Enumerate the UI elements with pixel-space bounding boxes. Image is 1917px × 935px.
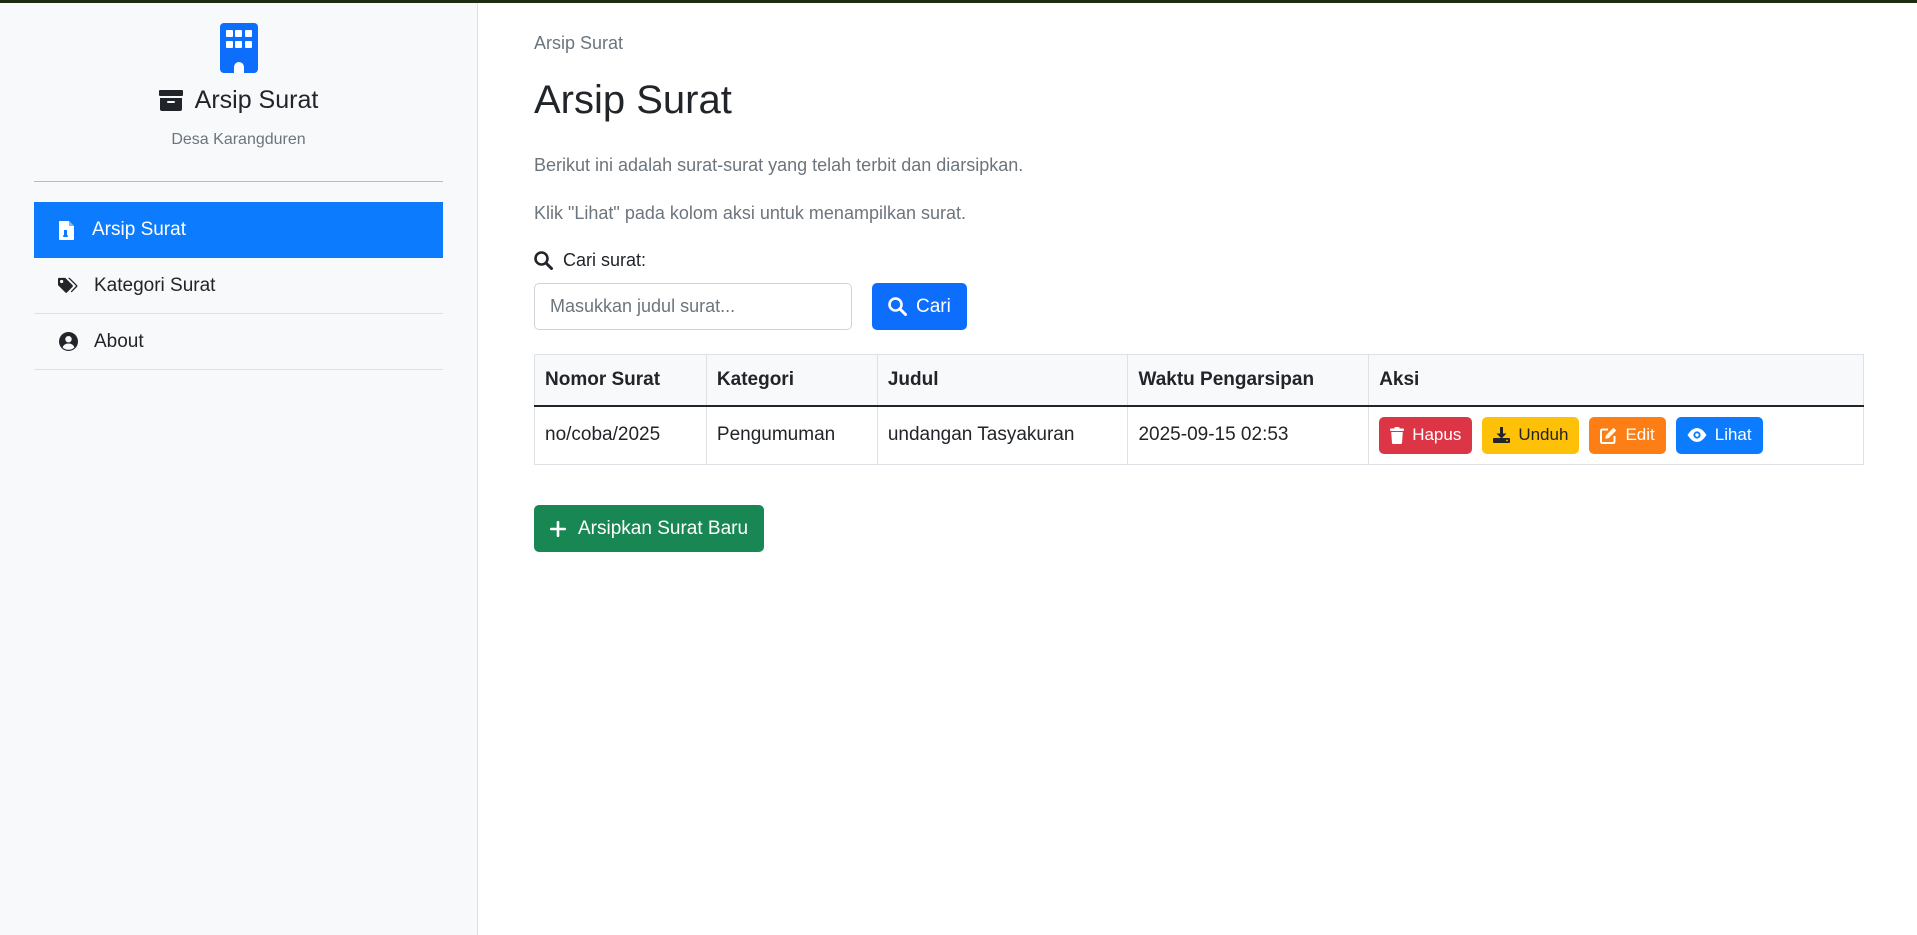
cell-judul: undangan Tasyakuran — [876, 405, 1129, 465]
file-icon — [56, 220, 76, 240]
search-row: Cari — [534, 283, 1864, 330]
column-header: Nomor Surat — [534, 354, 707, 407]
search-button-label: Cari — [916, 295, 951, 317]
view-button-label: Lihat — [1714, 425, 1752, 445]
sidebar-item-label: About — [94, 330, 144, 352]
page-description: Berikut ini adalah surat-surat yang tela… — [534, 155, 1024, 175]
sidebar-item-kategori-surat[interactable]: Kategori Surat — [34, 258, 443, 314]
breadcrumb: Arsip Surat — [534, 33, 624, 53]
trash-icon — [1390, 426, 1405, 444]
cell-aksi: Hapus Unduh Edit Lihat — [1368, 405, 1864, 465]
brand-subtitle: Desa Karangduren — [171, 131, 306, 148]
download-button[interactable]: Unduh — [1482, 416, 1580, 454]
table-row: no/coba/2025 Pengumuman undangan Tasyaku… — [534, 405, 1864, 465]
eye-icon — [1687, 428, 1707, 443]
search-icon — [534, 251, 553, 270]
column-header: Judul — [876, 354, 1129, 407]
sidebar-divider — [34, 181, 443, 182]
sidebar-item-arsip-surat[interactable]: Arsip Surat — [34, 202, 443, 258]
plus-icon — [550, 520, 566, 537]
sidebar: Arsip Surat Desa Karangduren Arsip Surat — [0, 3, 478, 935]
edit-button-label: Edit — [1625, 425, 1655, 445]
search-label-text: Cari surat: — [563, 250, 647, 270]
archive-table: Nomor Surat Kategori Judul Waktu Pengars… — [534, 354, 1864, 465]
search-icon — [888, 297, 907, 316]
archive-new-letter-button[interactable]: Arsipkan Surat Baru — [534, 505, 765, 552]
brand: Arsip Surat Desa Karangduren — [0, 3, 477, 149]
table-header-row: Nomor Surat Kategori Judul Waktu Pengars… — [534, 354, 1864, 407]
search-input[interactable] — [534, 283, 852, 330]
edit-icon — [1600, 427, 1617, 444]
sidebar-nav: Arsip Surat Kategori Surat About — [34, 202, 443, 370]
user-circle-icon — [58, 332, 78, 351]
archive-new-letter-label: Arsipkan Surat Baru — [578, 517, 749, 539]
sidebar-item-label: Kategori Surat — [94, 274, 216, 296]
edit-button[interactable]: Edit — [1589, 416, 1666, 454]
download-button-label: Unduh — [1518, 425, 1569, 445]
archive-icon — [158, 90, 183, 111]
cell-waktu: 2025-09-15 02:53 — [1127, 405, 1370, 465]
search-label: Cari surat: — [534, 250, 1864, 271]
brand-title: Arsip Surat — [0, 86, 477, 115]
cell-kategori: Pengumuman — [705, 405, 878, 465]
delete-button[interactable]: Hapus — [1379, 416, 1473, 454]
page-instruction: Klik "Lihat" pada kolom aksi untuk menam… — [534, 203, 966, 223]
column-header: Aksi — [1368, 354, 1864, 407]
row-actions: Hapus Unduh Edit Lihat — [1379, 416, 1853, 454]
tags-icon — [58, 277, 78, 295]
delete-button-label: Hapus — [1412, 425, 1462, 445]
page-title: Arsip Surat — [534, 78, 732, 122]
brand-title-text: Arsip Surat — [194, 86, 319, 114]
sidebar-item-label: Arsip Surat — [92, 219, 186, 240]
download-icon — [1493, 427, 1511, 444]
cell-nomor-surat: no/coba/2025 — [534, 405, 707, 465]
search-button[interactable]: Cari — [872, 283, 967, 330]
sidebar-item-about[interactable]: About — [34, 314, 443, 370]
building-icon — [219, 23, 258, 73]
column-header: Kategori — [705, 354, 878, 407]
column-header: Waktu Pengarsipan — [1127, 354, 1370, 407]
view-button[interactable]: Lihat — [1675, 416, 1763, 454]
main-content: Arsip Surat Arsip Surat Berikut ini adal… — [534, 3, 1864, 552]
